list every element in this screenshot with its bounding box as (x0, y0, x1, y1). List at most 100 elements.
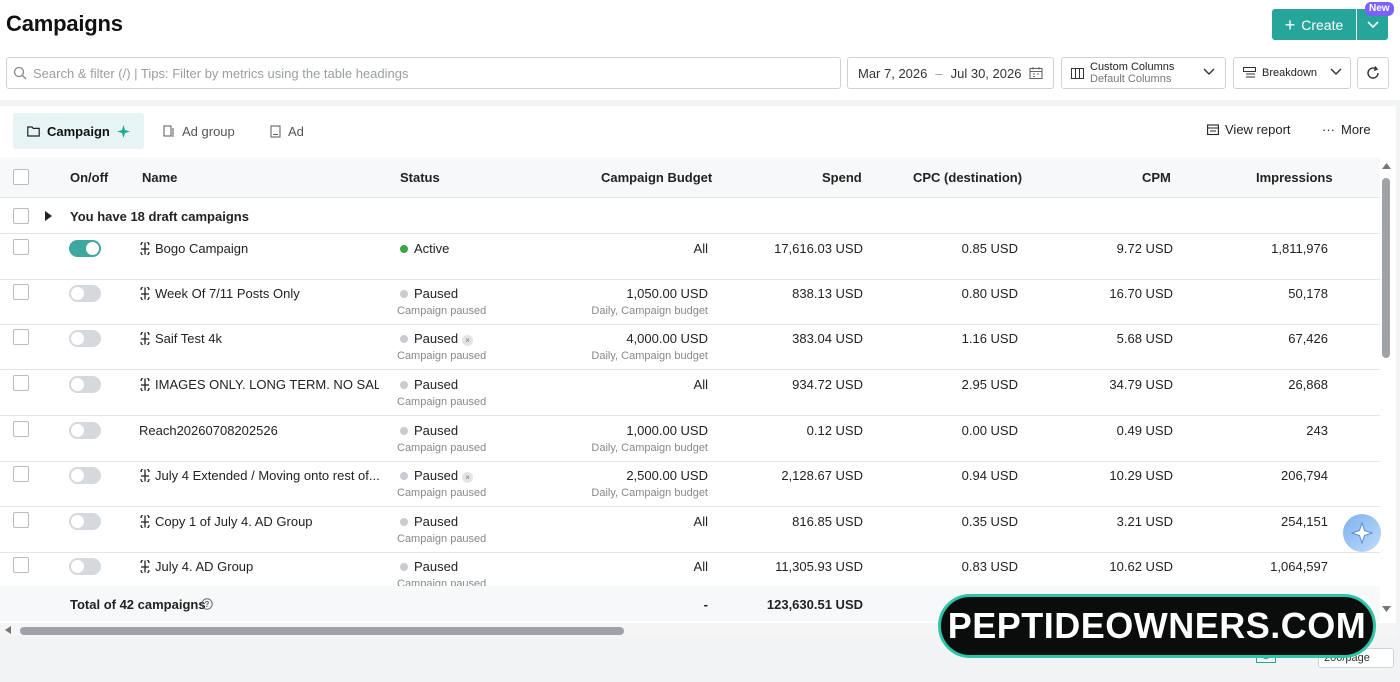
campaign-type-icon (140, 287, 150, 300)
status-dot (400, 245, 408, 253)
tab-ad-group[interactable]: Ad group (149, 113, 249, 149)
row-checkbox[interactable] (13, 239, 29, 255)
status-cell: Paused (400, 286, 458, 301)
horizontal-scroll-thumb[interactable] (20, 627, 624, 635)
view-report-button[interactable]: View report (1207, 122, 1291, 137)
status-text: Paused (414, 331, 459, 346)
table-row[interactable]: Bogo Campaign Active All 17,616.03 USD 0.85 … (0, 234, 1380, 280)
status-cell: Paused × (400, 468, 474, 483)
date-range-picker[interactable]: Mar 7, 2026 – Jul 30, 2026 (847, 57, 1054, 89)
row-checkbox[interactable] (13, 375, 29, 391)
campaign-toggle[interactable] (69, 513, 101, 530)
row-checkbox[interactable] (13, 208, 29, 224)
campaign-toggle[interactable] (69, 285, 101, 302)
cpc-cell: 0.80 USD (961, 286, 1018, 301)
campaign-toggle[interactable] (69, 376, 101, 393)
row-checkbox[interactable] (13, 421, 29, 437)
column-header-cpc[interactable]: CPC (destination) (913, 170, 1022, 185)
campaign-name: July 4. AD Group (155, 559, 254, 574)
row-checkbox[interactable] (13, 512, 29, 528)
spend-cell: 11,305.93 USD (775, 559, 863, 574)
cpm-cell: 34.79 USD (1109, 377, 1173, 392)
row-checkbox[interactable] (13, 557, 29, 573)
campaign-name-cell[interactable]: July 4. AD Group (139, 559, 379, 574)
svg-text:?: ? (205, 600, 210, 609)
more-button[interactable]: ··· More (1322, 122, 1371, 137)
campaign-toggle[interactable] (69, 467, 101, 484)
cpc-cell: 0.85 USD (961, 241, 1018, 256)
draft-campaigns-row[interactable]: You have 18 draft campaigns (0, 198, 1380, 234)
tab-ad[interactable]: Ad (256, 113, 318, 149)
close-icon[interactable]: × (462, 472, 474, 483)
status-cell: Paused (400, 514, 458, 529)
column-header-impressions[interactable]: Impressions (1256, 170, 1333, 185)
campaign-name-cell[interactable]: Saif Test 4k (139, 331, 379, 346)
table-row[interactable]: IMAGES ONLY. LONG TERM. NO SALE... Paused… (0, 370, 1380, 416)
column-header-status[interactable]: Status (400, 170, 440, 185)
table-row[interactable]: Copy 1 of July 4. AD Group Paused Campaign… (0, 507, 1380, 553)
campaign-name-cell[interactable]: IMAGES ONLY. LONG TERM. NO SALE... (139, 377, 379, 392)
close-icon[interactable]: × (462, 335, 474, 346)
page-title: Campaigns (6, 11, 123, 36)
spend-cell: 838.13 USD (792, 286, 863, 301)
table-row[interactable]: Week Of 7/11 Posts Only Paused Campaign pa… (0, 279, 1380, 325)
toggle-knob (71, 560, 84, 573)
view-report-label: View report (1225, 122, 1291, 137)
campaign-name-cell[interactable]: Reach20260708202526 (139, 423, 379, 438)
ai-assistant-button[interactable] (1343, 514, 1381, 552)
vertical-scroll-thumb[interactable] (1382, 178, 1390, 358)
breakdown-select[interactable]: Breakdown (1233, 57, 1351, 89)
campaign-name-cell[interactable]: July 4 Extended / Moving onto rest of... (139, 468, 379, 483)
column-header-onoff[interactable]: On/off (70, 170, 108, 185)
custom-columns-label: Custom Columns (1090, 61, 1175, 73)
column-header-spend[interactable]: Spend (822, 170, 862, 185)
budget-cell: 1,000.00 USD (626, 423, 708, 438)
cpm-cell: 10.29 USD (1109, 468, 1173, 483)
custom-columns-select[interactable]: Custom Columns Default Columns (1061, 57, 1226, 89)
campaign-toggle[interactable] (69, 422, 101, 439)
toggle-knob (71, 424, 84, 437)
budget-cell: 1,050.00 USD (626, 286, 708, 301)
create-button[interactable]: + Create (1272, 9, 1356, 40)
tab-label: Campaign (47, 123, 110, 139)
impressions-cell: 50,178 (1288, 286, 1328, 301)
status-subtext: Campaign paused (397, 487, 487, 499)
top-bar: Campaigns + Create New Search & filter (… (0, 0, 1400, 100)
status-text: Active (414, 241, 450, 256)
campaign-toggle[interactable] (69, 240, 101, 257)
campaign-type-icon (140, 242, 150, 255)
table-row[interactable]: Saif Test 4k Paused × Campaign paused 4,000.… (0, 324, 1380, 370)
column-header-name[interactable]: Name (142, 170, 177, 185)
scroll-left-icon (5, 626, 11, 634)
cpm-cell: 16.70 USD (1109, 286, 1173, 301)
search-placeholder: Search & filter (/) | Tips: Filter by me… (33, 65, 409, 81)
row-checkbox[interactable] (13, 466, 29, 482)
cpc-cell: 1.16 USD (961, 331, 1018, 346)
date-end: Jul 30, 2026 (950, 65, 1022, 81)
search-icon (13, 66, 27, 80)
campaign-name-cell[interactable]: Copy 1 of July 4. AD Group (139, 514, 379, 529)
status-subtext: Campaign paused (397, 305, 487, 317)
impressions-cell: 243 (1306, 423, 1328, 438)
sparkle-icon (116, 124, 130, 138)
column-header-cpm[interactable]: CPM (1142, 170, 1171, 185)
table-row[interactable]: Reach20260708202526 Paused Campaign paused… (0, 416, 1380, 462)
total-budget: - (703, 597, 708, 612)
select-all-checkbox[interactable] (13, 169, 29, 185)
table-row[interactable]: July 4 Extended / Moving onto rest of...… (0, 461, 1380, 507)
total-spend: 123,630.51 USD (766, 597, 863, 612)
columns-icon (1071, 68, 1084, 79)
row-checkbox[interactable] (13, 329, 29, 345)
total-label: Total of 42 campaigns (70, 597, 206, 612)
campaign-name-cell[interactable]: Week Of 7/11 Posts Only (139, 286, 379, 301)
campaign-toggle[interactable] (69, 330, 101, 347)
row-checkbox[interactable] (13, 284, 29, 300)
date-start: Mar 7, 2026 (858, 65, 928, 81)
campaign-name-cell[interactable]: Bogo Campaign (139, 241, 379, 256)
column-header-budget[interactable]: Campaign Budget (601, 170, 712, 185)
tab-campaign[interactable]: Campaign (13, 113, 144, 149)
search-input[interactable]: Search & filter (/) | Tips: Filter by me… (6, 57, 841, 89)
impressions-cell: 1,064,597 (1270, 559, 1328, 574)
refresh-button[interactable] (1357, 57, 1389, 89)
campaign-toggle[interactable] (69, 558, 101, 575)
